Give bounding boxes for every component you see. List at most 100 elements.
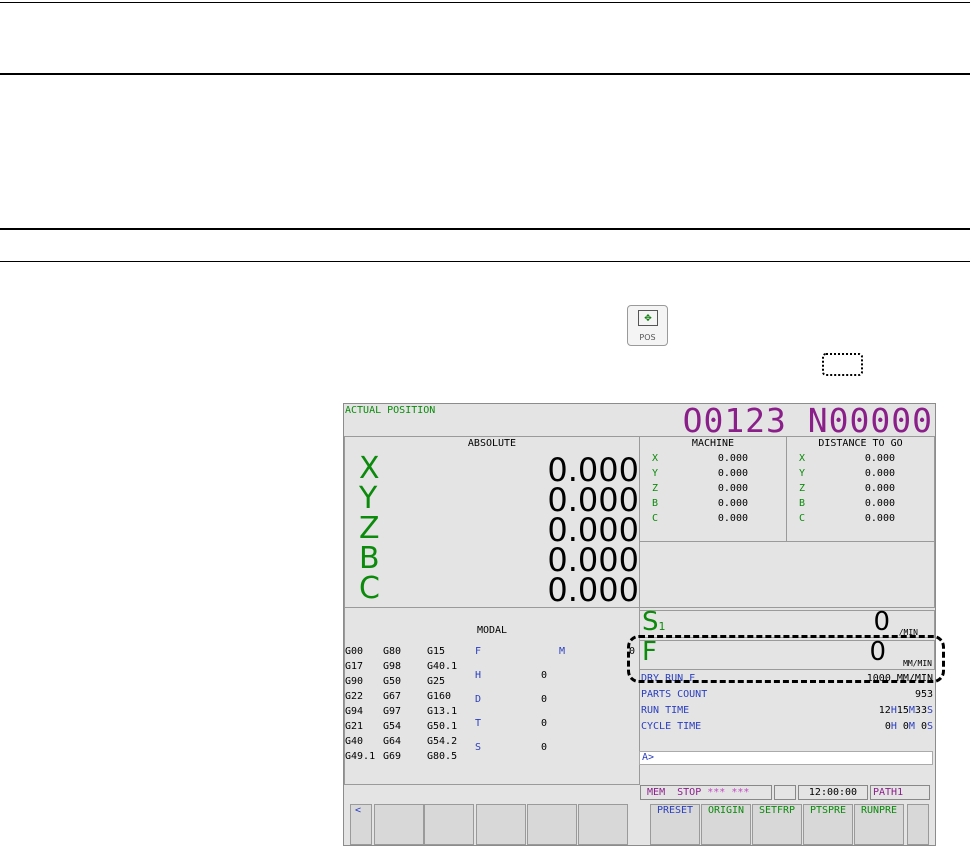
machine-row: Z 0.000 [652,483,748,497]
distance-axis: C [799,513,806,524]
modal-gcode: G17 [345,661,364,672]
modal-letter: H [475,670,482,681]
rule-4 [0,261,970,262]
spindle-subscript: 1 [658,620,666,633]
status-bar-mode: MEM STOP *** *** [640,785,772,800]
modal-gcode: G22 [345,691,364,702]
distance-value: 0.000 [864,513,895,524]
modal-letter-value: 0 [541,670,548,681]
cnc-screen: ACTUAL POSITION O0123 N00000 ABSOLUTE X 0… [343,401,936,846]
modal-m-label: M [559,646,566,657]
absolute-pane: ABSOLUTE X 0.000 Y 0.000 Z 0.000 B 0.000 C 0.000 [344,436,640,609]
modal-gcode: G69 [383,751,402,762]
cycle-time-value: 0H 0M 0S [884,721,933,732]
machine-value: 0.000 [717,513,748,524]
machine-axis: Z [652,483,659,494]
command-input[interactable]: A> [639,751,933,765]
machine-row: B 0.000 [652,498,748,512]
machine-row: X 0.000 [652,453,748,467]
modal-gcode: G90 [345,676,364,687]
modal-gcode: G21 [345,721,364,732]
machine-value: 0.000 [717,498,748,509]
status-path: PATH1 [870,785,930,800]
modal-gcode: G15 [427,646,446,657]
modal-gcode: G80 [383,646,402,657]
modal-gcode: G67 [383,691,402,702]
distance-row: X 0.000 [799,453,895,467]
modal-gcode: G54.2 [427,736,458,747]
rule-2 [0,73,970,75]
machine-pane: MACHINE X 0.000 Y 0.000 Z 0.000 B 0.000 C 0.000 [639,436,787,542]
spindle-value: 0 [873,607,890,637]
distance-row: B 0.000 [799,498,895,512]
softkey-blank[interactable] [424,804,474,845]
distance-value: 0.000 [864,468,895,479]
softkey-ptspre[interactable]: PTSPRE [803,804,853,845]
modal-letter: D [475,694,482,705]
status-mode: MEM [647,787,666,798]
machine-axis: X [652,453,659,464]
distance-row: C 0.000 [799,513,895,527]
pos-key-label: POS [639,333,656,342]
run-time-value: 12H15M33S [878,705,933,716]
modal-header: MODAL [476,625,508,636]
soft-key-placeholder [822,353,863,376]
modal-gcode: G94 [345,706,364,717]
distance-value: 0.000 [864,483,895,494]
distance-value: 0.000 [864,453,895,464]
info-row: PARTS COUNT 953 [639,689,935,703]
status-alarm: *** *** [707,787,750,798]
machine-row: Y 0.000 [652,468,748,482]
modal-gcode: G40.1 [427,661,458,672]
distance-axis: B [799,498,806,509]
run-time-label: RUN TIME [641,705,690,716]
absolute-axis: C [359,571,380,606]
blank-pane [639,541,935,608]
machine-value: 0.000 [717,483,748,494]
rule-top [0,2,970,3]
modal-letter-value: 0 [541,694,548,705]
machine-row: C 0.000 [652,513,748,527]
softkey-prev[interactable]: < [350,804,372,845]
distance-axis: Y [799,468,806,479]
distance-axis: Z [799,483,806,494]
modal-gcode: G98 [383,661,402,672]
softkey-blank[interactable] [527,804,577,845]
modal-gcode: G40 [345,736,364,747]
modal-gcode: G50 [383,676,402,687]
softkey-next[interactable] [907,804,929,845]
modal-gcode: G80.5 [427,751,458,762]
pos-key-button[interactable]: ✥ POS [627,305,668,346]
modal-letter-value: 0 [541,718,548,729]
machine-header: MACHINE [691,438,735,449]
modal-gcode: G25 [427,676,446,687]
softkey-runpre[interactable]: RUNPRE [854,804,904,845]
softkey-blank[interactable] [476,804,526,845]
absolute-header: ABSOLUTE [467,438,517,449]
softkey-origin[interactable]: ORIGIN [701,804,751,845]
softkey-preset[interactable]: PRESET [650,804,700,845]
modal-gcode: G54 [383,721,402,732]
modal-letter: F [475,646,482,657]
distance-pane: DISTANCE TO GO X 0.000 Y 0.000 Z 0.000 B 0.000 C… [786,436,935,542]
status-bar-blank [774,785,796,800]
modal-gcode: G50.1 [427,721,458,732]
distance-value: 0.000 [864,498,895,509]
distance-row: Y 0.000 [799,468,895,482]
feed-highlight-outline [627,635,945,683]
distance-axis: X [799,453,806,464]
modal-gcode: G49.1 [345,751,376,762]
modal-letter: S [475,742,482,753]
modal-gcode: G00 [345,646,364,657]
machine-value: 0.000 [717,453,748,464]
machine-axis: Y [652,468,659,479]
softkey-blank[interactable] [578,804,628,845]
distance-header: DISTANCE TO GO [818,438,903,449]
softkey-blank[interactable] [374,804,424,845]
softkey-setfrp[interactable]: SETFRP [752,804,802,845]
rule-3 [0,228,970,230]
spindle-pane: S1 0 /MIN [639,607,935,638]
machine-value: 0.000 [717,468,748,479]
status-clock: 12:00:00 [798,785,868,800]
absolute-value: 0.000 [547,571,639,609]
